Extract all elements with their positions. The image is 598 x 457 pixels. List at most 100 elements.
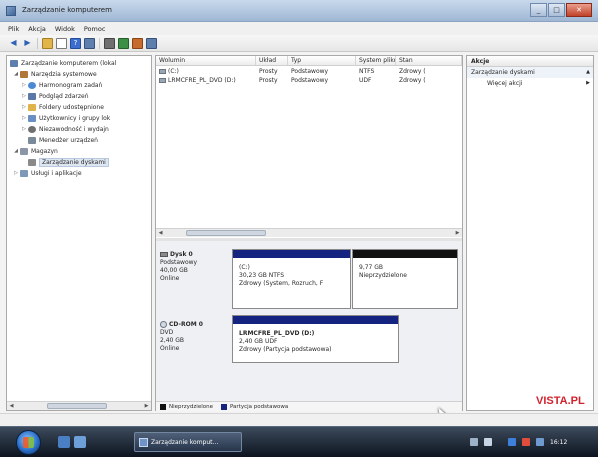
- collapse-arrow-icon[interactable]: ◢: [13, 148, 19, 154]
- computer-management-icon: [6, 6, 16, 16]
- expand-arrow-icon[interactable]: ▷: [21, 126, 27, 132]
- scroll-right-icon[interactable]: ▶: [142, 402, 151, 410]
- up-folder-icon[interactable]: [42, 37, 53, 49]
- menu-view[interactable]: Widok: [55, 25, 75, 33]
- disk-type: DVD: [160, 329, 174, 336]
- column-header-file-system[interactable]: System plików: [356, 56, 396, 66]
- toolbar-separator: [37, 37, 38, 49]
- tree-item-services-apps[interactable]: ▷ Usługi i aplikacje: [13, 168, 82, 178]
- column-header-layout[interactable]: Układ: [256, 56, 288, 66]
- partition-color-bar: [233, 316, 398, 324]
- partition-color-bar: [233, 250, 350, 258]
- scroll-right-icon[interactable]: ▶: [453, 229, 462, 237]
- tree-item-task-scheduler[interactable]: ▷ Harmonogram zadań: [21, 80, 102, 90]
- taskbar-item-label: Zarządzanie komput...: [151, 439, 219, 446]
- performance-icon: [28, 125, 36, 133]
- taskbar-item-computer-management[interactable]: Zarządzanie komput...: [134, 432, 242, 452]
- partition-size: 30,23 GB NTFS: [239, 272, 285, 279]
- partition-details: (C:) 30,23 GB NTFS Zdrowy (System, Rozru…: [239, 264, 323, 288]
- back-icon[interactable]: ◀: [8, 38, 19, 49]
- more-actions-label: Więcej akcji: [487, 80, 523, 87]
- tree-item-system-tools[interactable]: ◢ Narzędzia systemowe: [13, 69, 97, 79]
- disk-type: Podstawowy: [160, 259, 198, 266]
- refresh-icon[interactable]: [146, 37, 157, 49]
- tree-horizontal-scrollbar[interactable]: ◀ ▶: [7, 401, 151, 410]
- volume-icon[interactable]: [536, 438, 544, 446]
- network-icon[interactable]: [484, 438, 492, 446]
- scroll-thumb[interactable]: [186, 230, 266, 236]
- menu-bar: Plik Akcja Widok Pomoc: [0, 22, 598, 35]
- layout-cell: Prosty: [259, 68, 278, 75]
- partition-status: Nieprzydzielone: [359, 272, 407, 279]
- collapse-arrow-icon[interactable]: ◢: [13, 71, 19, 77]
- legend-label-primary: Partycja podstawowa: [229, 403, 289, 410]
- users-icon: [28, 114, 36, 122]
- disk-icon[interactable]: [104, 37, 115, 49]
- expand-arrow-icon[interactable]: ▷: [21, 82, 27, 88]
- forward-icon[interactable]: ▶: [22, 38, 33, 49]
- disk-name: CD-ROM 0: [169, 321, 203, 328]
- disk-status: Online: [160, 275, 180, 282]
- console-tree-icon[interactable]: [84, 37, 95, 49]
- help-icon[interactable]: ?: [70, 37, 81, 49]
- tree-item-label: Użytkownicy i grupy lok: [39, 114, 111, 122]
- switch-windows-icon[interactable]: [74, 436, 86, 448]
- column-header-type[interactable]: Typ: [288, 56, 356, 66]
- volume-cell: LRMCFRE_PL_DVD (D:): [156, 76, 256, 85]
- menu-file[interactable]: Plik: [8, 25, 19, 33]
- menu-help[interactable]: Pomoc: [84, 25, 106, 33]
- legend-swatch-primary: [220, 403, 227, 410]
- expand-arrow-icon[interactable]: ▷: [21, 104, 27, 110]
- tree-item-local-users[interactable]: ▷ Użytkownicy i grupy lok: [21, 113, 110, 123]
- dvd-volume-icon: [159, 78, 166, 83]
- scroll-left-icon[interactable]: ◀: [7, 402, 16, 410]
- tree-item-storage[interactable]: ◢ Magazyn: [13, 146, 58, 156]
- partition-d[interactable]: LRMCFRE_PL_DVD (D:) 2,40 GB UDF Zdrowy (…: [232, 315, 399, 363]
- tree-item-device-manager[interactable]: Menedżer urządzeń: [21, 135, 98, 145]
- tree-item-label: Zarządzanie komputerem (lokal: [21, 59, 117, 67]
- menu-action[interactable]: Akcja: [28, 25, 46, 33]
- security-center-icon[interactable]: [522, 438, 530, 446]
- language-icon[interactable]: [470, 438, 478, 446]
- expand-arrow-icon[interactable]: ▷: [13, 170, 19, 176]
- volume-list-scrollbar[interactable]: ◀ ▶: [156, 228, 462, 237]
- column-header-volume[interactable]: Wolumin: [156, 56, 256, 66]
- clock-icon: [28, 81, 36, 89]
- minimize-button[interactable]: _: [530, 3, 547, 17]
- actions-pane: Akcje Zarządzanie dyskami ▲ Więcej akcji…: [466, 55, 594, 411]
- expand-arrow-icon[interactable]: ▷: [21, 115, 27, 121]
- expand-arrow-icon[interactable]: ▷: [21, 93, 27, 99]
- partition-status: Zdrowy (Partycja podstawowa): [239, 346, 332, 353]
- disk-0-name-row: Dysk 0: [160, 251, 230, 259]
- title-bar[interactable]: Zarządzanie komputerem _ □ ✕: [0, 0, 598, 22]
- clock[interactable]: 16:12: [550, 439, 567, 446]
- scroll-left-icon[interactable]: ◀: [156, 229, 165, 237]
- security-shield-icon[interactable]: [508, 438, 516, 446]
- storage-icon: [20, 147, 28, 155]
- cdrom-0-info[interactable]: CD-ROM 0 DVD 2,40 GB Online: [160, 321, 230, 353]
- legend-swatch-unallocated: [160, 403, 166, 410]
- volume-icon[interactable]: [132, 37, 143, 49]
- properties-icon[interactable]: [56, 37, 67, 49]
- tree-item-event-viewer[interactable]: ▷ Podgląd zdarzeń: [21, 91, 89, 101]
- maximize-button[interactable]: □: [548, 3, 565, 17]
- partition-name: (C:): [239, 264, 250, 271]
- column-header-status[interactable]: Stan: [396, 56, 462, 66]
- close-button[interactable]: ✕: [566, 3, 592, 17]
- legend-label-unallocated: Nieprzydzielone: [169, 403, 213, 410]
- disk-0-info[interactable]: Dysk 0 Podstawowy 40,00 GB Online: [160, 251, 230, 283]
- scroll-thumb[interactable]: [47, 403, 107, 409]
- tree-item-reliability[interactable]: ▷ Niezawodność i wydajn: [21, 124, 109, 134]
- collapse-icon[interactable]: ▲: [586, 67, 590, 78]
- volume-name: LRMCFRE_PL_DVD (D:): [168, 77, 236, 84]
- tree-item-disk-management[interactable]: Zarządzanie dyskami: [21, 157, 109, 167]
- more-actions-item[interactable]: Więcej akcji ▶: [467, 78, 593, 89]
- tree-item-label: Zarządzanie dyskami: [39, 157, 109, 167]
- partition-c[interactable]: (C:) 30,23 GB NTFS Zdrowy (System, Rozru…: [232, 249, 351, 309]
- tree-item-computer-management[interactable]: Zarządzanie komputerem (lokal: [9, 58, 116, 68]
- partition-unallocated[interactable]: 9,77 GB Nieprzydzielone: [352, 249, 458, 309]
- actions-section-disk-management[interactable]: Zarządzanie dyskami ▲: [467, 67, 593, 78]
- show-desktop-icon[interactable]: [58, 436, 70, 448]
- tree-item-shared-folders[interactable]: ▷ Foldery udostępnione: [21, 102, 104, 112]
- check-icon[interactable]: [118, 37, 129, 49]
